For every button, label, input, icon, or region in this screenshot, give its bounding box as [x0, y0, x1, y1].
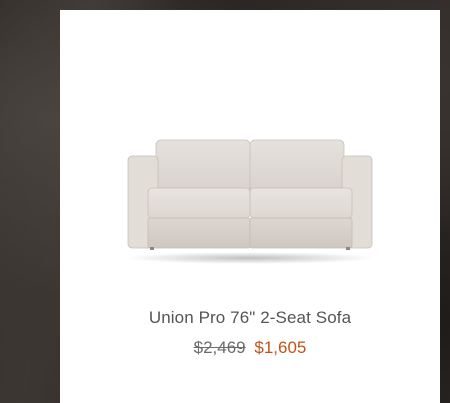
sale-price: $1,605 — [254, 338, 307, 357]
original-price: $2,469 — [193, 338, 246, 357]
product-name[interactable]: Union Pro 76" 2-Seat Sofa — [60, 308, 440, 328]
price-row: $2,469 $1,605 — [60, 338, 440, 358]
sofa-image[interactable] — [120, 130, 380, 270]
product-card[interactable]: Union Pro 76" 2-Seat Sofa $2,469 $1,605 — [60, 10, 440, 403]
